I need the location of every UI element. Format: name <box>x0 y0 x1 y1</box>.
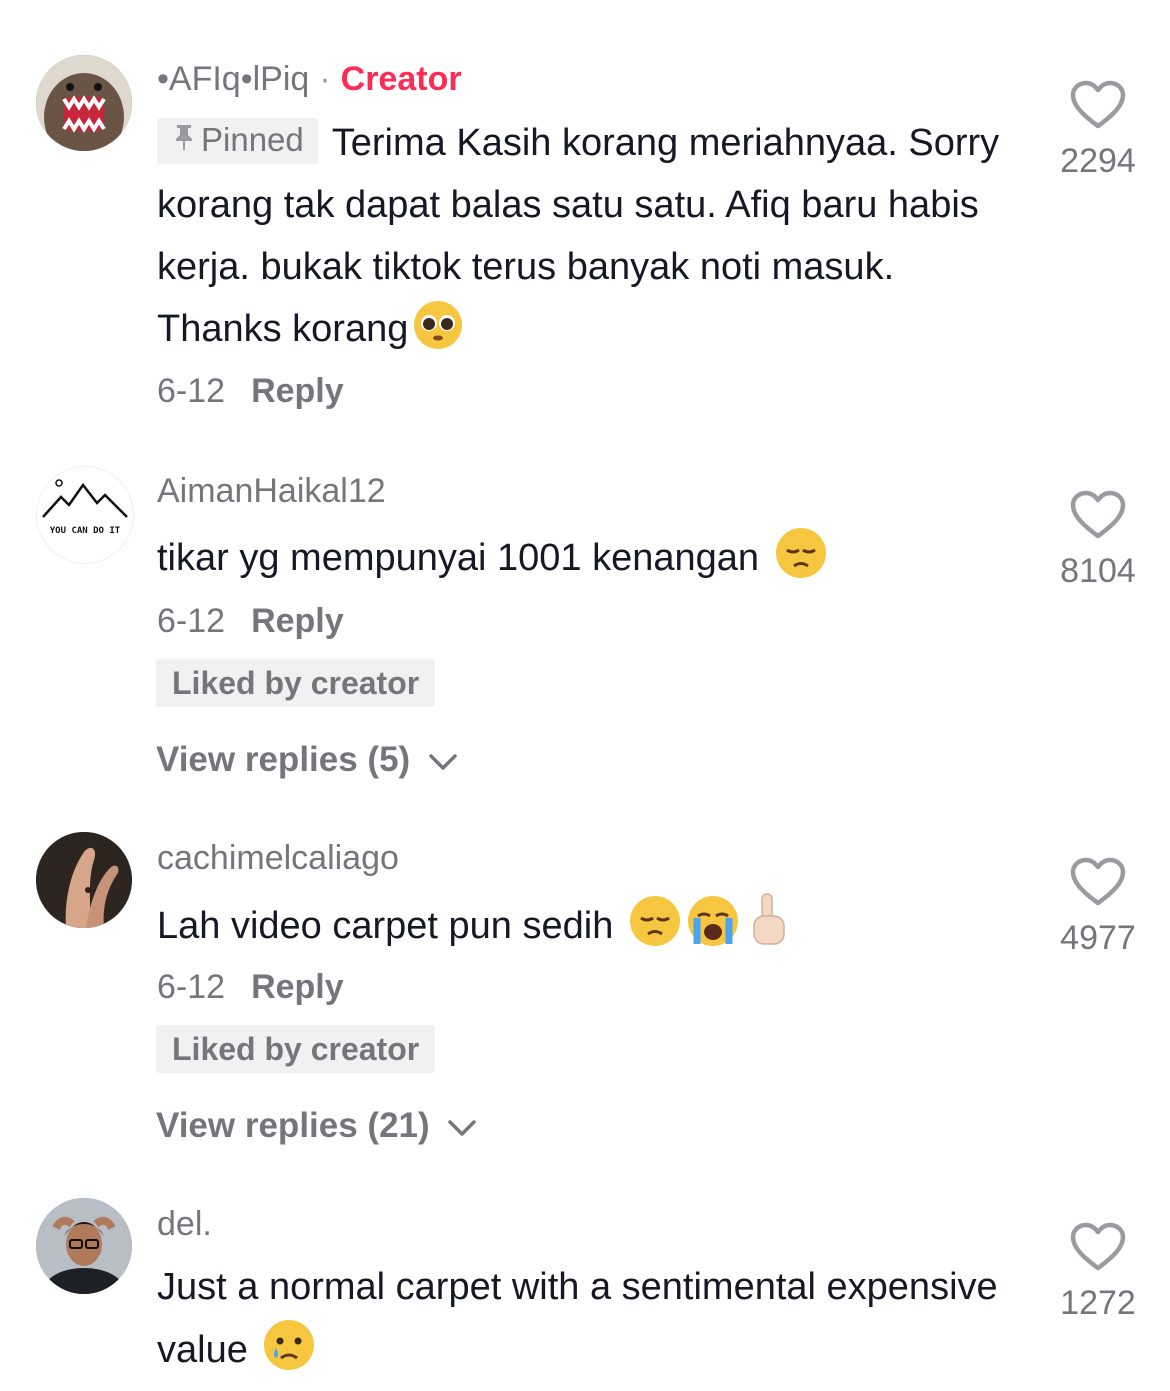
comment-text: tikar yg mempunyai 1001 kenangan <box>157 526 1027 599</box>
like-control: 8104 <box>1040 490 1156 591</box>
heart-outline-icon[interactable] <box>1070 80 1126 130</box>
reply-button[interactable]: Reply <box>251 372 344 410</box>
heart-outline-icon[interactable] <box>1070 490 1126 540</box>
like-count: 8104 <box>1060 552 1136 590</box>
liked-by-creator-badge: Liked by creator <box>156 1025 436 1073</box>
view-replies-label: View replies (21) <box>156 1106 430 1145</box>
view-replies-button[interactable]: View replies (21) <box>156 1106 477 1146</box>
domo-avatar-image <box>36 55 132 151</box>
comment-meta: 6-12 Reply <box>157 968 344 1007</box>
heart-outline-icon[interactable] <box>1070 1222 1126 1272</box>
like-count: 2294 <box>1060 142 1136 180</box>
view-replies-button[interactable]: View replies (5) <box>156 740 458 780</box>
username[interactable]: •AFIq•lPiq <box>157 60 309 98</box>
avatar[interactable] <box>36 1198 132 1294</box>
chevron-down-icon <box>448 1120 477 1136</box>
pinned-badge: Pinned <box>157 118 318 164</box>
username[interactable]: AimanHaikal12 <box>157 472 386 511</box>
comment-meta: 6-12 Reply <box>157 602 344 641</box>
like-control: 1272 <box>1040 1222 1156 1323</box>
index-pointing-up-emoji <box>744 892 794 967</box>
creator-badge: Creator <box>340 60 462 98</box>
comment-body: tikar yg mempunyai 1001 kenangan <box>157 537 760 579</box>
pensive-face-emoji <box>628 894 682 967</box>
comment-meta: 6-12 Reply <box>157 372 344 411</box>
comment-text: Pinned Terima Kasih korang meriahnyaa. So… <box>157 112 1027 370</box>
liked-by-creator-badge: Liked by creator <box>156 659 436 707</box>
avatar-caption: YOU CAN DO IT <box>50 526 121 536</box>
like-count: 4977 <box>1060 919 1136 957</box>
pleading-face-emoji <box>412 299 464 370</box>
username[interactable]: cachimelcaliago <box>157 839 399 878</box>
like-count: 1272 <box>1060 1284 1136 1322</box>
username[interactable]: del. <box>157 1205 212 1244</box>
avatar[interactable] <box>36 832 132 928</box>
like-control: 2294 <box>1040 80 1156 181</box>
reply-button[interactable]: Reply <box>251 602 344 640</box>
mountain-avatar-image: YOU CAN DO IT <box>37 467 133 563</box>
comment-date: 6-12 <box>157 372 226 410</box>
reply-button[interactable]: Reply <box>251 968 344 1006</box>
sad-tear-face-emoji <box>262 1318 316 1391</box>
comment-date: 6-12 <box>157 968 226 1006</box>
pensive-face-emoji <box>774 526 828 599</box>
like-control: 4977 <box>1040 857 1156 958</box>
comment-body: Lah video carpet pun sedih <box>157 905 614 947</box>
heart-outline-icon[interactable] <box>1070 857 1126 907</box>
pin-icon <box>173 120 195 164</box>
pinned-label: Pinned <box>201 121 304 158</box>
chevron-down-icon <box>429 754 457 770</box>
crying-face-emoji <box>686 894 740 967</box>
username-line: •AFIq•lPiq · Creator <box>157 60 462 99</box>
comment-date: 6-12 <box>157 602 226 640</box>
person-avatar-image <box>36 1198 132 1294</box>
hands-avatar-image <box>36 832 132 928</box>
view-replies-label: View replies (5) <box>156 740 411 779</box>
separator: · <box>319 60 331 98</box>
avatar[interactable] <box>36 55 132 151</box>
comment-text: Just a normal carpet with a sentimental … <box>157 1256 1027 1391</box>
avatar[interactable]: YOU CAN DO IT <box>36 466 134 564</box>
comment-text: Lah video carpet pun sedih <box>157 892 1027 967</box>
